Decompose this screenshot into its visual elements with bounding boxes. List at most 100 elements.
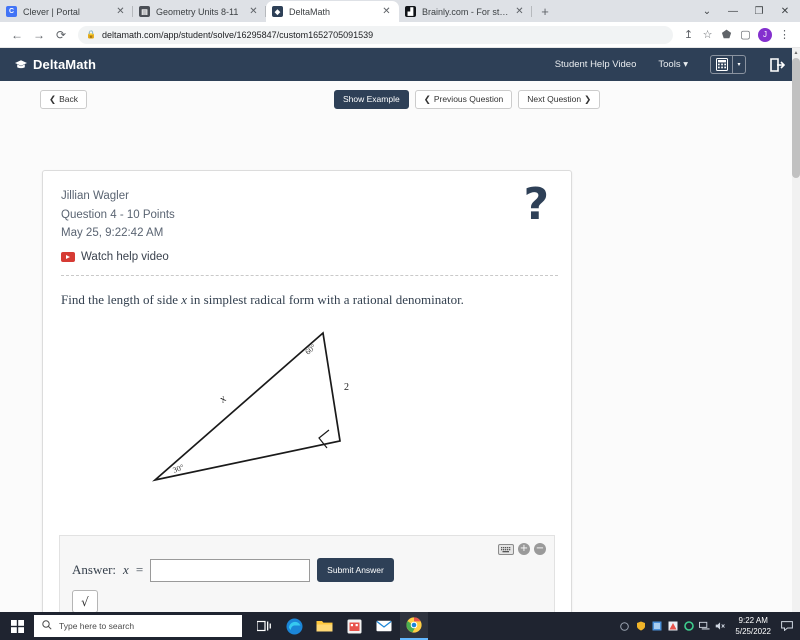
browser-tab-deltamath[interactable]: ◆ DeltaMath ✕	[266, 1, 399, 22]
document-icon: ▤	[139, 6, 150, 17]
new-tab-button[interactable]: +	[535, 1, 555, 21]
next-question-button[interactable]: Next Question ❯	[518, 90, 601, 110]
question-prompt: Find the length of side x in simplest ra…	[61, 292, 553, 308]
watch-help-video-link[interactable]: Watch help video	[61, 251, 553, 263]
edge-icon[interactable]	[280, 612, 308, 640]
answer-variable: x	[123, 562, 129, 577]
student-help-video-link[interactable]: Student Help Video	[555, 59, 637, 70]
answer-panel: + − Answer: x = Submit Answer √	[59, 535, 555, 612]
question-nav-buttons: Show Example ❮ Previous Question Next Qu…	[334, 90, 601, 110]
browser-toolbar: ← → ⟳ 🔒 deltamath.com/app/student/solve/…	[0, 22, 800, 48]
prompt-text-post: in simplest radical form with a rational…	[187, 291, 464, 307]
notification-icon[interactable]	[780, 621, 794, 632]
tray-circle-icon[interactable]	[619, 621, 630, 632]
zoom-in-button[interactable]: +	[518, 543, 530, 555]
tray-green-icon[interactable]	[683, 621, 694, 632]
chevron-down-icon: ▾	[683, 59, 688, 70]
forward-icon[interactable]: →	[28, 24, 50, 46]
browser-tab-clever[interactable]: C Clever | Portal ✕	[0, 1, 133, 22]
tools-label: Tools	[658, 59, 681, 70]
youtube-icon	[61, 251, 75, 262]
tray-shield-icon[interactable]	[635, 621, 646, 632]
chevron-left-icon: ❮	[49, 94, 57, 104]
triangle-shape	[151, 330, 341, 482]
search-input[interactable]: Type here to search	[34, 615, 242, 637]
taskbar-clock[interactable]: 9:22 AM 5/25/2022	[735, 615, 771, 637]
extensions-icon[interactable]: ⬟	[717, 24, 736, 46]
browser-tab-geometry[interactable]: ▤ Geometry Units 8-11 ✕	[133, 1, 266, 22]
side-panel-icon[interactable]: ▢	[736, 24, 755, 46]
answer-input[interactable]	[150, 558, 311, 582]
file-explorer-icon[interactable]	[310, 612, 338, 640]
logout-icon[interactable]	[768, 57, 786, 72]
help-question-mark-icon[interactable]: ?	[523, 183, 549, 227]
search-placeholder-text: Type here to search	[59, 621, 135, 631]
calculator-button-group[interactable]: ▾	[710, 55, 746, 74]
reload-icon[interactable]: ⟳	[50, 24, 72, 46]
scrollbar-thumb[interactable]	[792, 58, 800, 178]
tray-red-icon[interactable]	[667, 621, 678, 632]
student-name: Jillian Wagler	[61, 190, 129, 202]
chrome-icon[interactable]	[400, 612, 428, 640]
previous-question-label: Previous Question	[433, 94, 504, 104]
tray-blue-icon[interactable]	[651, 621, 662, 632]
maximize-button[interactable]: ❐	[746, 0, 772, 22]
tools-menu[interactable]: Tools ▾	[658, 59, 688, 70]
back-button[interactable]: ❮ Back	[40, 90, 88, 110]
browser-tab-brainly[interactable]: ▟ Brainly.com - For students. By st... ✕	[399, 1, 532, 22]
deltamath-header: DeltaMath Student Help Video Tools ▾ ▾	[0, 48, 800, 81]
deltamath-icon: ◆	[272, 6, 283, 17]
page-scrollbar[interactable]: ▲	[792, 48, 800, 612]
minimize-button[interactable]: —	[720, 0, 746, 22]
address-bar[interactable]: 🔒 deltamath.com/app/student/solve/162958…	[78, 25, 673, 44]
back-label: Back	[59, 94, 79, 104]
deltamath-logo[interactable]: DeltaMath	[14, 57, 96, 72]
store-icon[interactable]	[340, 612, 368, 640]
watch-help-video-label: Watch help video	[81, 250, 169, 263]
sqrt-button[interactable]: √	[72, 590, 98, 612]
brand-text: DeltaMath	[33, 57, 97, 72]
windows-icon[interactable]	[0, 619, 34, 633]
calculator-icon[interactable]	[711, 58, 732, 71]
answer-panel-tools: + −	[498, 543, 546, 555]
avatar[interactable]: J	[758, 27, 772, 42]
mail-icon[interactable]	[370, 612, 398, 640]
show-example-button[interactable]: Show Example	[334, 90, 409, 110]
chrome-menu-icon[interactable]: ⋮	[775, 24, 794, 46]
close-icon[interactable]: ✕	[380, 5, 393, 18]
zoom-out-button[interactable]: −	[534, 543, 546, 555]
volume-icon[interactable]	[715, 621, 726, 632]
network-icon[interactable]	[699, 621, 710, 632]
brainly-icon: ▟	[405, 6, 416, 17]
close-window-button[interactable]: ✕	[772, 0, 798, 22]
deltamath-nav: Student Help Video Tools ▾ ▾	[555, 55, 786, 74]
close-icon[interactable]: ✕	[513, 5, 526, 18]
previous-question-button[interactable]: ❮ Previous Question	[414, 90, 513, 110]
question-meta: Jillian Wagler Question 4 - 10 Points Ma…	[61, 187, 553, 243]
scroll-up-arrow-icon[interactable]: ▲	[792, 48, 800, 57]
close-icon[interactable]: ✕	[114, 5, 127, 18]
submit-answer-button[interactable]: Submit Answer	[317, 558, 394, 582]
answer-row: Answer: x = Submit Answer	[60, 536, 554, 582]
next-question-label: Next Question	[527, 94, 582, 104]
url-text: deltamath.com/app/student/solve/16295847…	[101, 29, 374, 40]
tab-list-icon[interactable]: ⌄	[694, 0, 720, 22]
browser-tabstrip: C Clever | Portal ✕ ▤ Geometry Units 8-1…	[0, 0, 800, 22]
back-icon[interactable]: ←	[6, 24, 28, 46]
clock-time: 9:22 AM	[738, 616, 768, 625]
calculator-chevron-down-icon[interactable]: ▾	[732, 56, 745, 73]
taskbar-icons	[250, 612, 428, 640]
answer-equals: =	[135, 562, 144, 577]
share-icon[interactable]: ↥	[679, 24, 698, 46]
close-icon[interactable]: ✕	[247, 5, 260, 18]
keyboard-icon[interactable]	[498, 543, 514, 555]
search-icon	[42, 620, 52, 632]
task-view-icon[interactable]	[250, 612, 278, 640]
system-tray: 9:22 AM 5/25/2022	[619, 615, 800, 637]
prompt-text-pre: Find the length of side	[61, 291, 182, 307]
side-label-right: 2	[344, 382, 349, 393]
deltamath-app: DeltaMath Student Help Video Tools ▾ ▾ ❮…	[0, 48, 800, 612]
windows-taskbar: Type here to search 9:22 AM 5/25/2022	[0, 612, 800, 640]
bookmark-star-icon[interactable]: ☆	[698, 24, 717, 46]
triangle-svg: 60° 30° x 2	[151, 330, 349, 482]
